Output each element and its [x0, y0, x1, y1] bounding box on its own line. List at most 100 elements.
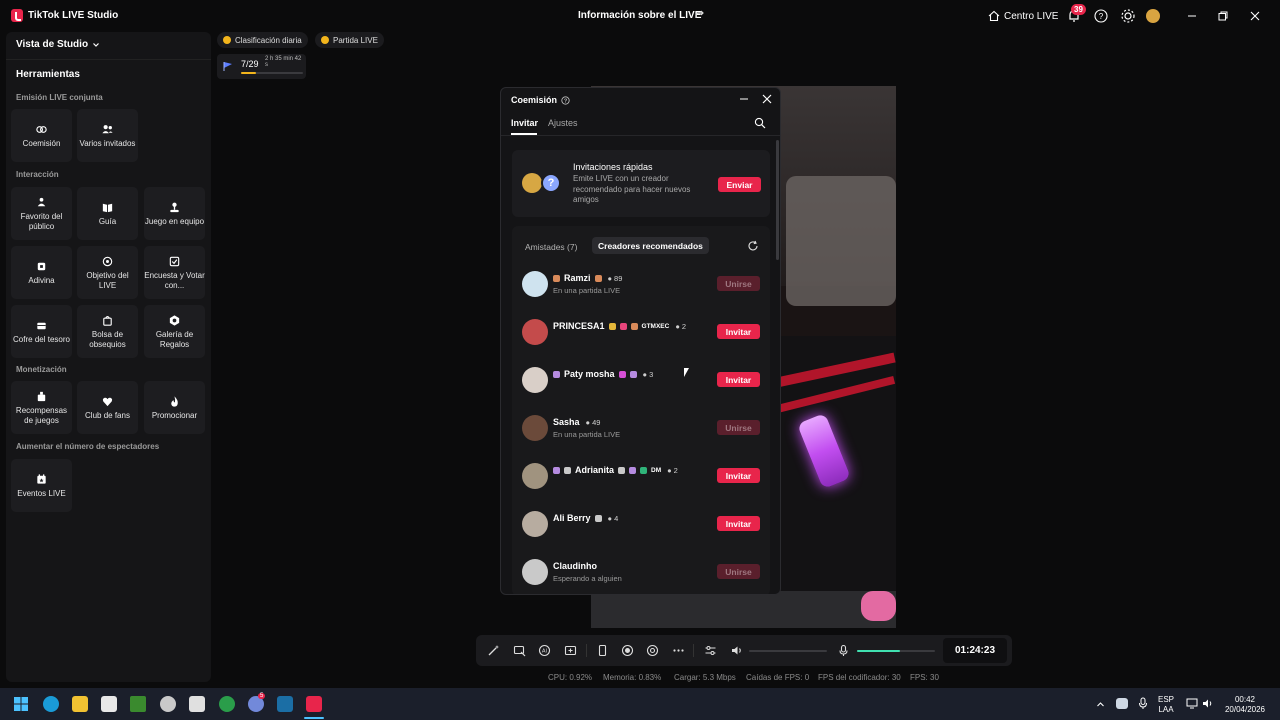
minimize-icon[interactable] [1184, 8, 1200, 24]
creator-status: En una partida LIVE [553, 286, 621, 295]
chevron-up-icon[interactable] [1096, 700, 1105, 709]
heart-icon [102, 397, 113, 406]
info-icon[interactable]: ? [561, 95, 570, 105]
studio-view-dropdown[interactable]: Vista de Studio [16, 39, 100, 50]
invite-button[interactable]: Invitar [717, 372, 760, 387]
tab-invite[interactable]: Invitar [511, 118, 538, 128]
daily-ranking-chip[interactable]: Clasificación diaria [217, 32, 308, 48]
tab-settings[interactable]: Ajustes [548, 118, 578, 128]
minimize-icon[interactable] [738, 93, 750, 105]
tool-favorite[interactable]: Favorito del público [11, 187, 72, 240]
tool-fan-club[interactable]: Club de fans [77, 381, 138, 434]
windows-start-icon[interactable] [13, 696, 29, 712]
gallery-icon [169, 314, 180, 326]
live-info-title[interactable]: Información sobre el LIVE [578, 10, 701, 21]
tiktok-live-studio-icon[interactable] [306, 696, 322, 712]
creator-name: PRINCESA1 [553, 321, 605, 331]
app-icon[interactable] [189, 696, 205, 712]
tab-recommended-creators[interactable]: Creadores recomendados [592, 237, 709, 254]
gear-icon[interactable] [1120, 8, 1136, 24]
ai-icon[interactable]: AI [538, 644, 551, 657]
rank-progress-card[interactable]: 7/29 2 h 35 min 42 s [217, 54, 306, 79]
app-k-icon[interactable] [101, 696, 117, 712]
volume-icon[interactable] [1202, 698, 1214, 709]
camera-icon[interactable] [646, 644, 659, 657]
invite-button[interactable]: Invitar [717, 516, 760, 531]
edge-icon[interactable] [43, 696, 59, 712]
home-icon [988, 10, 1000, 22]
tool-live-events[interactable]: Eventos LIVE [11, 459, 72, 512]
system-clock[interactable]: 00:42 20/04/2026 [1222, 695, 1268, 715]
screen-effects-icon[interactable] [513, 644, 526, 657]
speaker-volume-slider[interactable] [749, 650, 827, 652]
tab-friends[interactable]: Amistades (7) [525, 242, 577, 252]
tool-game-rewards[interactable]: Recompensas de juegos [11, 381, 72, 434]
live-match-chip[interactable]: Partida LIVE [315, 32, 384, 48]
creator-row: PRINCESA1 GTMXEC ● 2 Invitar [512, 312, 770, 352]
tool-treasure-chest[interactable]: Cofre del tesoro [11, 305, 72, 358]
microphone-icon[interactable] [837, 644, 850, 657]
tool-label: Objetivo del LIVE [86, 270, 129, 290]
audio-settings-icon[interactable] [704, 644, 717, 657]
close-icon[interactable] [1247, 8, 1263, 24]
centro-live-button[interactable]: Centro LIVE [988, 8, 1058, 24]
tool-promote[interactable]: Promocionar [144, 381, 205, 434]
microphone-tray-icon[interactable] [1138, 697, 1148, 710]
person-icon: ● [642, 369, 648, 379]
tool-coemision[interactable]: Coemisión [11, 109, 72, 162]
clock-time: 00:42 [1234, 695, 1256, 704]
clock-date: 20/04/2026 [1224, 705, 1266, 714]
language-indicator[interactable]: ESP LAA [1158, 695, 1174, 715]
magic-wand-icon[interactable] [487, 644, 500, 657]
tool-multi-guest[interactable]: Varios invitados [77, 109, 138, 162]
creator-avatar [522, 367, 548, 393]
share-icon[interactable] [694, 9, 706, 21]
invite-button[interactable]: Invitar [717, 468, 760, 483]
network-icon[interactable] [1186, 698, 1198, 709]
refresh-icon[interactable] [747, 240, 759, 252]
tool-label: Recompensas de juegos [15, 405, 68, 425]
file-explorer-icon[interactable] [72, 696, 88, 712]
tool-guide[interactable]: Guía [77, 187, 138, 240]
send-button[interactable]: Enviar [718, 177, 761, 192]
section-monetization: Monetización [16, 365, 67, 374]
join-button[interactable]: Unirse [717, 420, 760, 435]
tool-team-game[interactable]: Juego en equipo [144, 187, 205, 240]
creator-row: Sasha ● 49 En una partida LIVE Unirse [512, 408, 770, 448]
quick-invites-title: Invitaciones rápidas [573, 162, 653, 172]
steam-icon[interactable] [277, 696, 293, 712]
emoji-icon [553, 466, 560, 474]
tool-poll[interactable]: Encuesta y Votar con... [144, 246, 205, 299]
person-icon: ● [667, 465, 672, 475]
dialog-title-text: Coemisión [511, 95, 558, 105]
media-player-icon[interactable] [130, 696, 146, 712]
more-icon[interactable] [672, 644, 685, 657]
restore-icon[interactable] [1215, 8, 1231, 24]
tool-gift-bag[interactable]: Bolsa de obsequios [77, 305, 138, 358]
speaker-icon[interactable] [730, 644, 743, 657]
creator-name: Claudinho [553, 561, 597, 571]
tool-gift-gallery[interactable]: Galería de Regalos [144, 305, 205, 358]
tool-live-goal[interactable]: Objetivo del LIVE [77, 246, 138, 299]
help-icon[interactable]: ? [1093, 8, 1109, 24]
mic-volume-slider[interactable] [857, 650, 935, 652]
live-match-label: Partida LIVE [333, 35, 378, 45]
phone-icon[interactable] [596, 644, 609, 657]
user-avatar[interactable] [1146, 9, 1160, 23]
add-source-icon[interactable] [564, 644, 577, 657]
viewer-count: ● 2 [675, 322, 686, 331]
emoji-icon [594, 274, 602, 282]
invite-button[interactable]: Invitar [717, 324, 760, 339]
cloud-icon[interactable] [1116, 698, 1128, 709]
chrome-icon[interactable] [219, 696, 235, 712]
join-button[interactable]: Unirse [717, 276, 760, 291]
search-icon[interactable] [754, 117, 766, 129]
record-icon[interactable] [621, 644, 634, 657]
capture-app-icon[interactable] [160, 696, 176, 712]
creator-status: En una partida LIVE [553, 430, 621, 439]
video-pink-object [861, 591, 896, 621]
close-icon[interactable] [761, 93, 773, 105]
join-button[interactable]: Unirse [717, 564, 760, 579]
dialog-scrollbar[interactable] [776, 140, 779, 260]
tool-guess[interactable]: Adivina [11, 246, 72, 299]
